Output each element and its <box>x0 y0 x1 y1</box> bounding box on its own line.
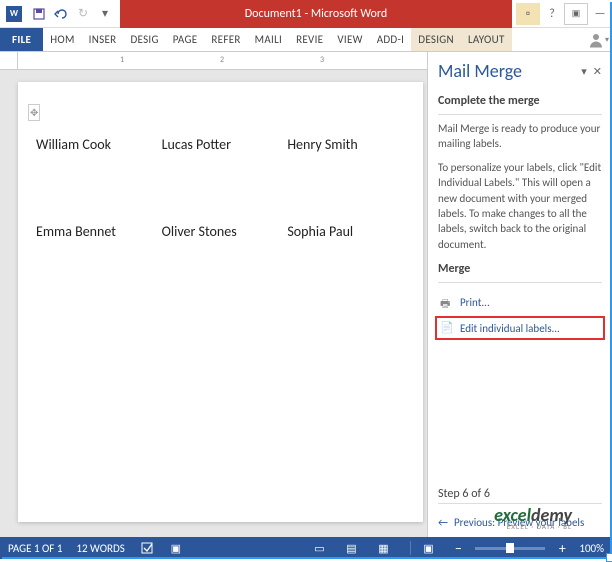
ruler-tick-1: 1 <box>120 55 124 65</box>
pane-menu-icon[interactable]: ▾ <box>581 65 587 78</box>
pane-divider <box>438 114 602 115</box>
label-cell[interactable]: Oliver Stones <box>162 223 280 240</box>
pane-title-text: Mail Merge <box>438 60 522 82</box>
tab-addins[interactable]: ADD-I <box>370 28 412 51</box>
edit-individual-labels-link[interactable]: 📄 Edit individual labels... <box>438 319 602 337</box>
tab-view[interactable]: VIEW <box>330 28 369 51</box>
pane-body-2: To personalize your labels, click "Edit … <box>438 160 602 252</box>
pane-close-icon[interactable]: ✕ <box>593 65 602 78</box>
help-button[interactable]: ? <box>540 3 564 25</box>
user-account-icon[interactable]: ▾ <box>584 28 612 52</box>
save-qat-button[interactable] <box>28 3 50 25</box>
word-count[interactable]: 12 WORDS <box>76 542 124 555</box>
label-cell[interactable]: William Cook <box>36 136 154 153</box>
spellcheck-icon[interactable] <box>139 539 157 557</box>
ribbon-collapse[interactable]: ▣ <box>564 3 588 25</box>
pane-divider-2 <box>438 282 602 283</box>
web-layout-icon[interactable]: ▦ <box>374 539 392 557</box>
print-layout-icon[interactable]: ▤ <box>342 539 360 557</box>
merge-heading: Merge <box>438 262 602 276</box>
pane-title: Mail Merge ▾ ✕ <box>438 60 602 82</box>
zoom-level[interactable]: 100% <box>579 542 604 555</box>
document-page[interactable]: ✥ William Cook Lucas Potter Henry Smith … <box>18 82 423 522</box>
minimize-button[interactable]: — <box>588 3 612 25</box>
printer-icon: 🖶 <box>440 295 454 309</box>
status-bar: PAGE 1 OF 1 12 WORDS ▣ ▭ ▤ ▦ ▣ − + 100% <box>0 537 612 559</box>
page-indicator[interactable]: PAGE 1 OF 1 <box>8 542 62 555</box>
print-link-label: Print... <box>460 296 490 309</box>
horizontal-ruler[interactable]: 1 2 3 <box>0 52 427 70</box>
qat-customize[interactable]: ▾ <box>94 3 116 25</box>
tab-home[interactable]: HOM <box>43 28 81 51</box>
window-title: Document1 - Microsoft Word <box>120 0 512 28</box>
labels-table[interactable]: William Cook Lucas Potter Henry Smith Em… <box>36 136 405 240</box>
tab-table-layout[interactable]: LAYOUT <box>461 28 512 51</box>
app-icon: W <box>6 6 22 22</box>
read-mode-icon[interactable]: ▭ <box>310 539 328 557</box>
undo-qat-button[interactable] <box>50 3 72 25</box>
title-bar: W ↻ ▾ Document1 - Microsoft Word ▫ ? ▣ — <box>0 0 612 28</box>
label-cell[interactable]: Emma Bennet <box>36 223 154 240</box>
ruler-tick-3: 3 <box>320 55 324 65</box>
view-mode-icon[interactable]: ▣ <box>419 539 437 557</box>
ruler-tick-2: 2 <box>220 55 224 65</box>
title-right-controls: ▫ ? ▣ — <box>516 3 612 25</box>
step-indicator: Step 6 of 6 <box>438 487 602 501</box>
zoom-slider[interactable] <box>475 547 545 550</box>
table-move-handle-icon[interactable]: ✥ <box>28 104 40 121</box>
zoom-out-button[interactable]: − <box>451 540 465 557</box>
pane-body-1: Mail Merge is ready to produce your mail… <box>438 121 602 152</box>
tab-design[interactable]: DESIG <box>123 28 165 51</box>
tab-mailings[interactable]: MAILI <box>248 28 289 51</box>
label-cell[interactable]: Henry Smith <box>287 136 405 153</box>
document-area: 1 2 3 ✥ William Cook Lucas Potter Henry … <box>0 52 427 537</box>
label-cell[interactable]: Sophia Paul <box>287 223 405 240</box>
redo-qat-button[interactable]: ↻ <box>72 3 94 25</box>
tab-page-layout[interactable]: PAGE <box>166 28 205 51</box>
zoom-in-button[interactable]: + <box>555 540 569 557</box>
complete-merge-heading: Complete the merge <box>438 94 602 108</box>
document-icon: 📄 <box>440 321 454 335</box>
ribbon-tabs: FILE HOM INSER DESIG PAGE REFER MAILI RE… <box>0 28 612 52</box>
edit-link-label: Edit individual labels... <box>460 322 560 335</box>
tab-table-design[interactable]: DESIGN <box>411 28 461 51</box>
arrow-left-icon: ← <box>438 516 448 529</box>
tab-review[interactable]: REVIE <box>289 28 330 51</box>
tab-references[interactable]: REFER <box>204 28 247 51</box>
label-cell[interactable]: Lucas Potter <box>162 136 280 153</box>
mail-merge-task-pane: Mail Merge ▾ ✕ Complete the merge Mail M… <box>427 52 612 537</box>
ribbon-display-options[interactable]: ▫ <box>516 3 540 25</box>
print-link[interactable]: 🖶 Print... <box>438 293 602 311</box>
macro-record-icon[interactable]: ▣ <box>167 539 185 557</box>
tab-insert[interactable]: INSER <box>82 28 124 51</box>
tab-file[interactable]: FILE <box>0 28 43 51</box>
exceldemy-watermark: exceldemy EXCEL · DATA · BL <box>494 504 572 531</box>
